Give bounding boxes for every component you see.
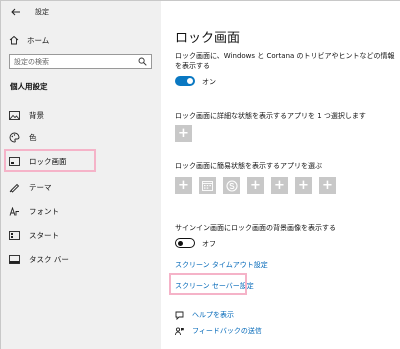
settings-window: 設定 ホーム 設定の検索 個人用設定 背景 色 ロック画面 テーマ フォント ス… — [0, 0, 400, 349]
sidebar-item-color[interactable]: 色 — [9, 130, 37, 144]
taskbar-icon — [9, 254, 20, 265]
help-chat-icon — [175, 311, 184, 320]
link-highlight — [169, 273, 247, 295]
sidebar-item-label: 背景 — [29, 110, 44, 120]
plus-icon: + — [250, 178, 261, 193]
start-icon — [9, 230, 20, 241]
toggle-knob — [187, 78, 193, 84]
fun-facts-description: ロック画面に、Windows と Cortana のトリビアやヒントなどの情報を… — [175, 52, 395, 70]
search-icon[interactable] — [138, 57, 147, 66]
quick-status-description: ロック画面に簡易状態を表示するアプリを選ぶ — [175, 162, 322, 170]
plus-icon: + — [298, 178, 309, 193]
quick-status-app-7[interactable]: + — [319, 177, 336, 194]
sidebar-item-background[interactable]: 背景 — [9, 108, 44, 122]
sidebar-item-label: フォント — [29, 206, 59, 216]
toggle-knob — [177, 240, 183, 246]
sidebar-item-start[interactable]: スタート — [9, 228, 59, 242]
sidebar-item-label: 色 — [29, 132, 37, 142]
quick-status-app-skype[interactable] — [223, 177, 240, 194]
sidebar-item-label: スタート — [29, 230, 59, 240]
detailed-status-description: ロック画面に詳細な状態を表示するアプリを 1 つ選択します — [175, 112, 366, 120]
quick-status-app-1[interactable]: + — [175, 177, 192, 194]
selection-highlight — [4, 149, 96, 172]
help-label: ヘルプを表示 — [192, 311, 234, 319]
quick-status-app-5[interactable]: + — [271, 177, 288, 194]
quick-status-app-calendar[interactable] — [199, 177, 216, 194]
search-placeholder: 設定の検索 — [14, 57, 49, 66]
feedback-icon — [175, 326, 184, 335]
page-title: ロック画面 — [175, 31, 241, 46]
main-content: ロック画面 ロック画面に、Windows と Cortana のトリビアやヒント… — [161, 1, 400, 349]
home-nav-item[interactable]: ホーム — [9, 33, 49, 47]
image-icon — [9, 110, 20, 121]
fun-facts-toggle-state: オン — [202, 78, 216, 86]
signin-background-toggle[interactable] — [175, 238, 195, 248]
home-icon — [9, 35, 19, 45]
window-title: 設定 — [35, 8, 49, 16]
signin-background-toggle-state: オフ — [202, 240, 216, 248]
send-feedback-link[interactable]: フィードバックの送信 — [175, 325, 262, 337]
skype-icon — [225, 179, 238, 192]
settings-search-input[interactable]: 設定の検索 — [9, 54, 152, 69]
detailed-status-app-button[interactable]: + — [175, 125, 192, 142]
back-arrow-icon — [11, 8, 20, 16]
feedback-label: フィードバックの送信 — [192, 327, 262, 335]
palette-icon — [9, 132, 20, 143]
sidebar-item-theme[interactable]: テーマ — [9, 180, 52, 194]
get-help-link[interactable]: ヘルプを表示 — [175, 309, 234, 321]
plus-icon: + — [178, 126, 189, 141]
sidebar: 設定 ホーム 設定の検索 個人用設定 背景 色 ロック画面 テーマ フォント ス… — [1, 1, 161, 349]
calendar-icon — [202, 181, 213, 191]
quick-status-app-4[interactable]: + — [247, 177, 264, 194]
sidebar-item-fonts[interactable]: フォント — [9, 204, 59, 218]
sidebar-item-taskbar[interactable]: タスク バー — [9, 252, 69, 266]
brush-icon — [9, 182, 20, 193]
fun-facts-toggle[interactable] — [175, 76, 195, 86]
quick-status-app-6[interactable]: + — [295, 177, 312, 194]
signin-background-description: サインイン画面にロック画面の背景画像を表示する — [175, 224, 336, 232]
plus-icon: + — [178, 178, 189, 193]
plus-icon: + — [274, 178, 285, 193]
plus-icon: + — [322, 178, 333, 193]
sidebar-item-label: タスク バー — [29, 254, 69, 264]
font-icon — [9, 206, 20, 217]
back-button[interactable] — [7, 3, 25, 21]
home-label: ホーム — [27, 35, 50, 45]
title-bar: 設定 — [1, 1, 161, 23]
section-title: 個人用設定 — [10, 82, 48, 91]
sidebar-item-label: テーマ — [29, 182, 52, 192]
screen-timeout-settings-link[interactable]: スクリーン タイムアウト設定 — [175, 260, 268, 270]
